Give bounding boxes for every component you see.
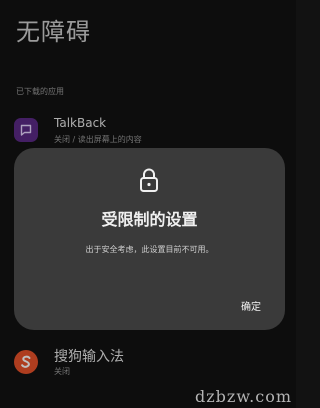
restricted-settings-dialog: 受限制的设置 出于安全考虑，此设置目前不可用。 确定 bbox=[14, 148, 285, 330]
lock-icon bbox=[139, 167, 159, 193]
confirm-button[interactable]: 确定 bbox=[241, 298, 261, 313]
dialog-title: 受限制的设置 bbox=[101, 210, 198, 229]
dialog-message: 出于安全考虑，此设置目前不可用。 bbox=[85, 245, 214, 254]
watermark: dzbzw.com bbox=[195, 387, 292, 406]
